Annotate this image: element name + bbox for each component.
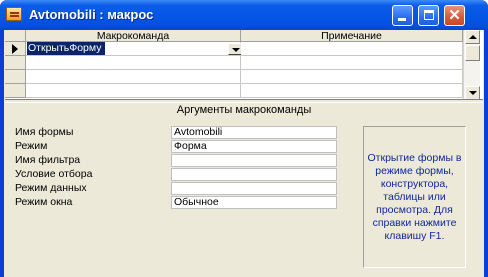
macro-grid: Макрокоманда Примечание ОткрытьФорму: [5, 30, 483, 100]
field-label-form-name: Имя формы: [15, 126, 74, 138]
note-cell[interactable]: [241, 70, 463, 84]
column-header-note[interactable]: Примечание: [241, 30, 463, 42]
window-title: Avtomobili : макрос: [29, 7, 154, 22]
field-label-where-condition: Условие отбора: [15, 168, 93, 180]
maximize-icon: [424, 10, 434, 20]
scroll-up-icon[interactable]: [465, 30, 480, 44]
filter-name-field[interactable]: [171, 154, 337, 167]
window-frame-right: [484, 30, 488, 277]
row-selector[interactable]: [5, 56, 26, 70]
macro-design-area: Макрокоманда Примечание ОткрытьФорму Арг…: [4, 30, 484, 277]
arguments-header: Аргументы макрокоманды: [5, 102, 483, 117]
data-mode-field[interactable]: [171, 182, 337, 195]
note-cell[interactable]: [241, 42, 463, 56]
title-bar[interactable]: Avtomobili : макрос ✕: [0, 0, 488, 30]
field-label-filter-name: Имя фильтра: [15, 154, 81, 166]
scroll-thumb[interactable]: [465, 45, 480, 61]
form-name-field[interactable]: Avtomobili: [171, 126, 337, 139]
close-button[interactable]: ✕: [444, 5, 465, 26]
field-label-window-mode: Режим окна: [15, 196, 73, 208]
maximize-button[interactable]: [418, 5, 439, 26]
note-cell[interactable]: [241, 56, 463, 70]
field-label-data-mode: Режим данных: [15, 182, 87, 194]
current-row-pointer-icon: [12, 44, 18, 54]
window-mode-field[interactable]: Обычное: [171, 196, 337, 209]
row-selector[interactable]: [5, 84, 26, 98]
note-cell[interactable]: [241, 84, 463, 98]
help-panel: Открытие формы в режиме формы, конструкт…: [363, 126, 466, 268]
action-cell[interactable]: [26, 70, 241, 84]
where-condition-field[interactable]: [171, 168, 337, 181]
minimize-icon: [398, 18, 406, 21]
action-cell-value[interactable]: ОткрытьФорму: [27, 42, 105, 55]
action-cell[interactable]: [26, 84, 241, 98]
close-icon: ✕: [448, 7, 461, 24]
view-field[interactable]: Форма: [171, 140, 337, 153]
grid-vertical-scrollbar[interactable]: [463, 30, 480, 99]
field-label-view: Режим: [15, 140, 48, 152]
grid-corner[interactable]: [5, 30, 26, 42]
macro-window: Avtomobili : макрос ✕ Макрокоманда Приме…: [0, 0, 488, 277]
action-cell[interactable]: [26, 56, 241, 70]
minimize-button[interactable]: [392, 5, 413, 26]
row-selector[interactable]: [5, 70, 26, 84]
row-selector[interactable]: [5, 42, 26, 56]
scroll-down-icon[interactable]: [465, 86, 480, 99]
column-header-action[interactable]: Макрокоманда: [26, 30, 241, 42]
macro-icon[interactable]: [6, 7, 22, 21]
